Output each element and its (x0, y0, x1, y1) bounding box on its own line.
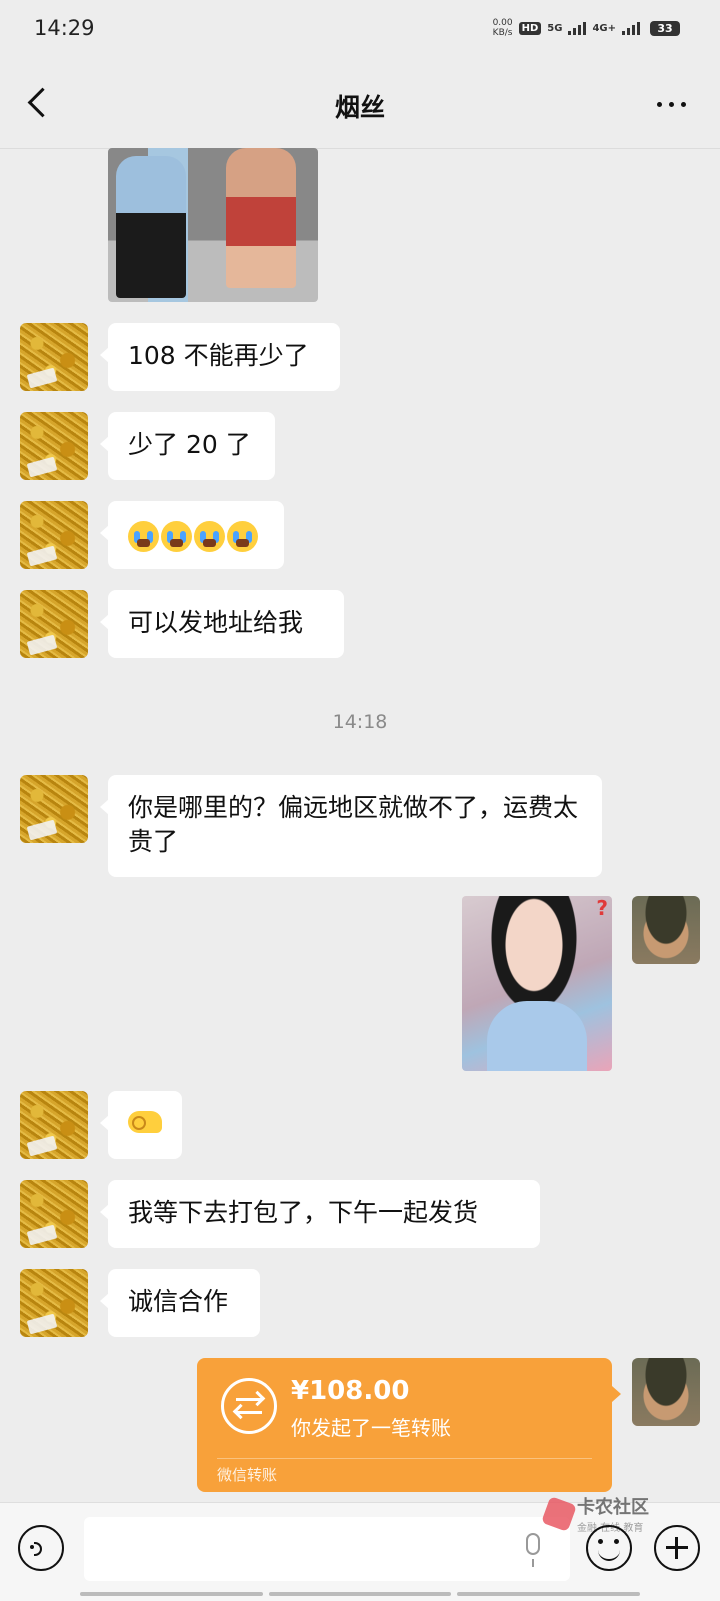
emoji-button[interactable] (586, 1525, 632, 1571)
photo-figure (116, 156, 186, 298)
signal-5g-label: 5G (547, 22, 563, 34)
message-bubble[interactable]: 我等下去打包了，下午一起发货 (100, 1180, 540, 1248)
more-functions-button[interactable] (654, 1525, 700, 1571)
crying-face-icon (194, 520, 225, 552)
contact-avatar[interactable] (20, 1269, 88, 1337)
transfer-amount: ¥108.00 (291, 1376, 410, 1406)
emoji-message-bubble[interactable] (100, 1091, 182, 1159)
crying-face-icon (128, 520, 159, 552)
crying-face-icon (161, 520, 192, 552)
contact-avatar[interactable] (20, 323, 88, 391)
transfer-description: 你发起了一笔转账 (291, 1416, 451, 1440)
chat-timestamp: 14:18 (332, 711, 388, 733)
signal-bars-icon (568, 21, 587, 35)
message-bubble[interactable]: 可以发地址给我 (100, 590, 344, 658)
contact-avatar[interactable] (20, 590, 88, 658)
contact-avatar[interactable] (20, 412, 88, 480)
image-message[interactable] (108, 148, 318, 302)
message-bubble[interactable]: 108 不能再少了 (100, 323, 340, 391)
my-avatar[interactable] (632, 1358, 700, 1426)
contact-avatar[interactable] (20, 1091, 88, 1159)
hd-icon: HD (518, 21, 542, 35)
divider (217, 1458, 592, 1459)
transfer-arrows-icon (221, 1378, 277, 1434)
battery-icon: 33 (650, 20, 680, 36)
voice-input-button[interactable] (18, 1525, 64, 1571)
more-options-icon[interactable] (657, 102, 686, 107)
transfer-footer-label: 微信转账 (217, 1466, 278, 1484)
microphone-icon[interactable] (526, 1533, 540, 1567)
my-avatar[interactable] (632, 896, 700, 964)
chat-header: 烟丝 (0, 58, 720, 149)
contact-avatar[interactable] (20, 501, 88, 569)
flexed-biceps-icon (128, 1111, 162, 1133)
signal-4g-label: 4G+ (592, 22, 616, 34)
emoji-message-bubble[interactable] (100, 501, 284, 569)
message-bubble[interactable]: 少了 20 了 (100, 412, 275, 480)
message-bubble[interactable]: 诚信合作 (100, 1269, 260, 1337)
contact-avatar[interactable] (20, 775, 88, 843)
crying-face-icon (227, 520, 258, 552)
chat-title: 烟丝 (334, 93, 385, 122)
status-indicators: 0.00 KB/s HD 5G 4G+ 33 (493, 18, 680, 38)
net-speed: 0.00 KB/s (492, 18, 513, 38)
input-bar: 卡农社区 金融 在线 教育 (0, 1495, 720, 1601)
message-input[interactable] (84, 1517, 570, 1581)
transfer-card[interactable]: ¥108.00 你发起了一笔转账 微信转账 (197, 1358, 621, 1492)
status-time: 14:29 (34, 16, 95, 40)
contact-avatar[interactable] (20, 1180, 88, 1248)
watermark-logo-icon (541, 1495, 577, 1532)
status-bar: 14:29 0.00 KB/s HD 5G 4G+ 33 (0, 0, 720, 58)
sticker-question-mark: ? (596, 896, 608, 920)
home-indicator (80, 1592, 641, 1596)
message-bubble[interactable]: 你是哪里的？偏远地区就做不了，运费太贵了 (100, 775, 602, 877)
signal-bars-icon (622, 21, 640, 35)
image-message[interactable]: ? (462, 896, 612, 1071)
photo-figure (226, 148, 296, 288)
